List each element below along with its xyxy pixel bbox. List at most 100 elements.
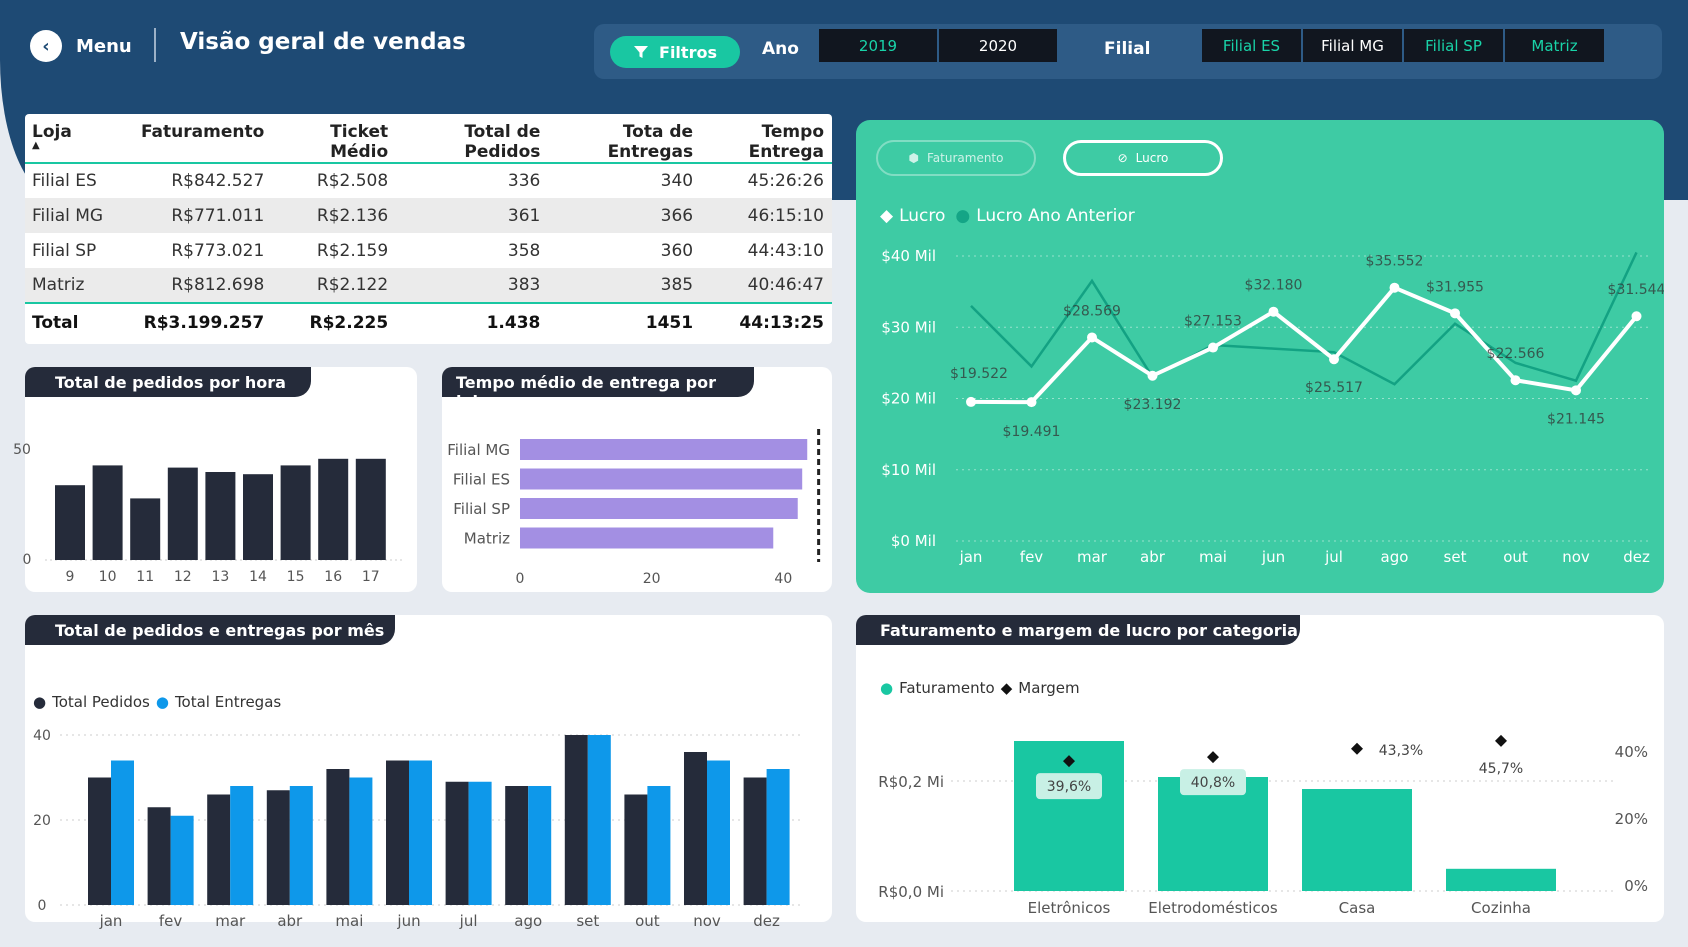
table-total-cell: 1451 xyxy=(645,312,694,333)
data-label: 45,7% xyxy=(1479,761,1523,777)
table-cell: R$771.011 xyxy=(123,198,273,233)
hour-bar xyxy=(280,465,311,560)
y-tick-label: 0 xyxy=(38,898,47,914)
table-total-cell: 44:13:25 xyxy=(739,312,824,333)
store-bar xyxy=(520,468,803,490)
x-tick-label: 15 xyxy=(287,569,305,585)
column-header-total-entregas[interactable]: Tota de Entregas xyxy=(548,114,701,163)
x-tick-label: out xyxy=(635,912,660,930)
data-label: $27.153 xyxy=(1184,314,1242,330)
orders-bar xyxy=(326,769,350,905)
column-header-loja[interactable]: Loja ▲ xyxy=(25,114,123,163)
y-tick-label: $10 Mil xyxy=(881,461,936,479)
table-cell: Matriz xyxy=(25,268,124,304)
funnel-icon xyxy=(634,46,649,58)
x-tick-label: mai xyxy=(1199,548,1227,566)
hour-bar xyxy=(318,458,349,560)
data-label: $31.544 xyxy=(1608,282,1664,298)
column-header-ticket-medio[interactable]: Ticket Médio xyxy=(272,114,396,163)
orders-bar xyxy=(147,807,171,905)
data-label: $31.955 xyxy=(1426,279,1484,295)
profit-point xyxy=(1026,397,1037,408)
back-arrow-icon[interactable]: ‹ xyxy=(30,30,62,62)
deliveries-bar xyxy=(349,777,373,905)
y-tick-label: Filial SP xyxy=(453,500,510,518)
table-total-cell: Total xyxy=(32,312,79,333)
filters-button[interactable]: Filtros xyxy=(610,36,740,68)
data-label: 43,3% xyxy=(1379,743,1423,759)
data-label: $22.566 xyxy=(1487,346,1545,362)
filters-label: Filtros xyxy=(659,42,717,62)
table-cell: R$842.527 xyxy=(171,171,265,191)
column-header-total-pedidos[interactable]: Total de Pedidos xyxy=(396,114,548,163)
profit-point xyxy=(1571,385,1581,396)
table-cell: Filial SP xyxy=(32,240,97,261)
profit-point xyxy=(1450,308,1460,319)
hour-bar xyxy=(130,498,161,560)
hour-bar xyxy=(205,472,236,560)
x-tick-label: set xyxy=(1444,548,1467,566)
profit-point xyxy=(1268,306,1279,317)
x-tick-label: set xyxy=(576,912,599,930)
orders-bar xyxy=(88,777,111,905)
profit-card: ⬢ Faturamento ⊘ Lucro ◆ Lucro ● Lucro Ano An… xyxy=(856,120,1664,593)
deliveries-bar xyxy=(111,760,134,905)
orders-bar xyxy=(445,781,469,905)
x-tick-label: nov xyxy=(1562,548,1590,566)
y-tick-label: $40 Mil xyxy=(881,247,936,265)
table-row[interactable]: Matriz R$812.698 R$2.122 383 385 40:46:47 xyxy=(25,268,832,304)
table-cell: 44:43:10 xyxy=(747,240,824,261)
x-tick-label: jun xyxy=(396,912,420,930)
x-tick-label: fev xyxy=(159,912,183,930)
y-tick-label: $0 Mil xyxy=(891,532,936,550)
table-cell: 360 xyxy=(660,240,694,261)
table-row[interactable]: Filial SP R$773.021 R$2.159 358 360 44:43:10 xyxy=(25,233,832,268)
x-tick-label: 9 xyxy=(66,569,75,585)
column-header-tempo-entrega[interactable]: Tempo Entrega xyxy=(701,114,832,163)
hour-bar xyxy=(92,465,123,560)
margin-marker xyxy=(1495,734,1507,747)
x-tick-label: fev xyxy=(1020,548,1044,566)
deliveries-bar xyxy=(170,815,194,905)
table-cell: 361 xyxy=(396,198,549,233)
x-tick-label: Eletrodomésticos xyxy=(1148,899,1278,917)
year-2019-button[interactable]: 2019 xyxy=(819,29,937,62)
data-label: $32.180 xyxy=(1245,278,1303,294)
table-cell: 40:46:47 xyxy=(701,268,832,304)
branch-filial-mg-button[interactable]: Filial MG xyxy=(1303,29,1402,62)
hour-bar xyxy=(55,485,85,560)
column-header-faturamento[interactable]: Faturamento xyxy=(123,114,272,163)
y-tick-label: 20 xyxy=(33,813,51,829)
data-label: $28.569 xyxy=(1063,303,1121,319)
y-tick-label: 40 xyxy=(33,728,51,744)
x-tick-label: mar xyxy=(215,912,246,930)
profit-point xyxy=(966,396,976,407)
table-header-row: Loja ▲ Faturamento Ticket Médio Total de … xyxy=(25,114,832,163)
y2-tick-label: 20% xyxy=(1615,810,1648,828)
profit-point xyxy=(1631,311,1642,322)
branch-filial-es-button[interactable]: Filial ES xyxy=(1202,29,1301,62)
data-label: 39,6% xyxy=(1047,779,1091,795)
sales-table-card: Loja ▲ Faturamento Ticket Médio Total de … xyxy=(25,114,832,344)
year-2020-button[interactable]: 2020 xyxy=(939,29,1057,62)
header-divider xyxy=(154,28,156,62)
margin-marker xyxy=(1207,751,1219,764)
table-row[interactable]: Filial ES R$842.527 R$2.508 336 340 45:26:26 xyxy=(25,163,832,198)
category-chart: R$0,0 Mi R$0,2 Mi 0% 20% 40% Eletrônicos 39,6%… xyxy=(878,734,1648,917)
table-row[interactable]: Filial MG R$771.011 R$2.136 361 366 46:15:10 xyxy=(25,198,832,233)
y2-tick-label: 0% xyxy=(1624,877,1648,895)
filter-bar: Filtros Ano 2019 2020 Filial Filial ES F… xyxy=(594,24,1662,79)
x-tick-label: Cozinha xyxy=(1471,899,1531,917)
page-title: Visão geral de vendas xyxy=(180,29,466,55)
branch-filial-sp-button[interactable]: Filial SP xyxy=(1404,29,1503,62)
table-cell: Filial MG xyxy=(25,198,124,233)
branch-matriz-button[interactable]: Matriz xyxy=(1505,29,1604,62)
deliveries-bar xyxy=(230,786,254,905)
store-bar xyxy=(520,527,774,549)
orders-bar xyxy=(743,777,767,905)
deliveries-bar xyxy=(289,786,313,905)
x-tick-label: dez xyxy=(1623,548,1650,566)
x-tick-label: 12 xyxy=(174,569,192,585)
menu-button[interactable]: ‹ Menu xyxy=(30,30,132,62)
table-cell: 383 xyxy=(396,268,549,304)
